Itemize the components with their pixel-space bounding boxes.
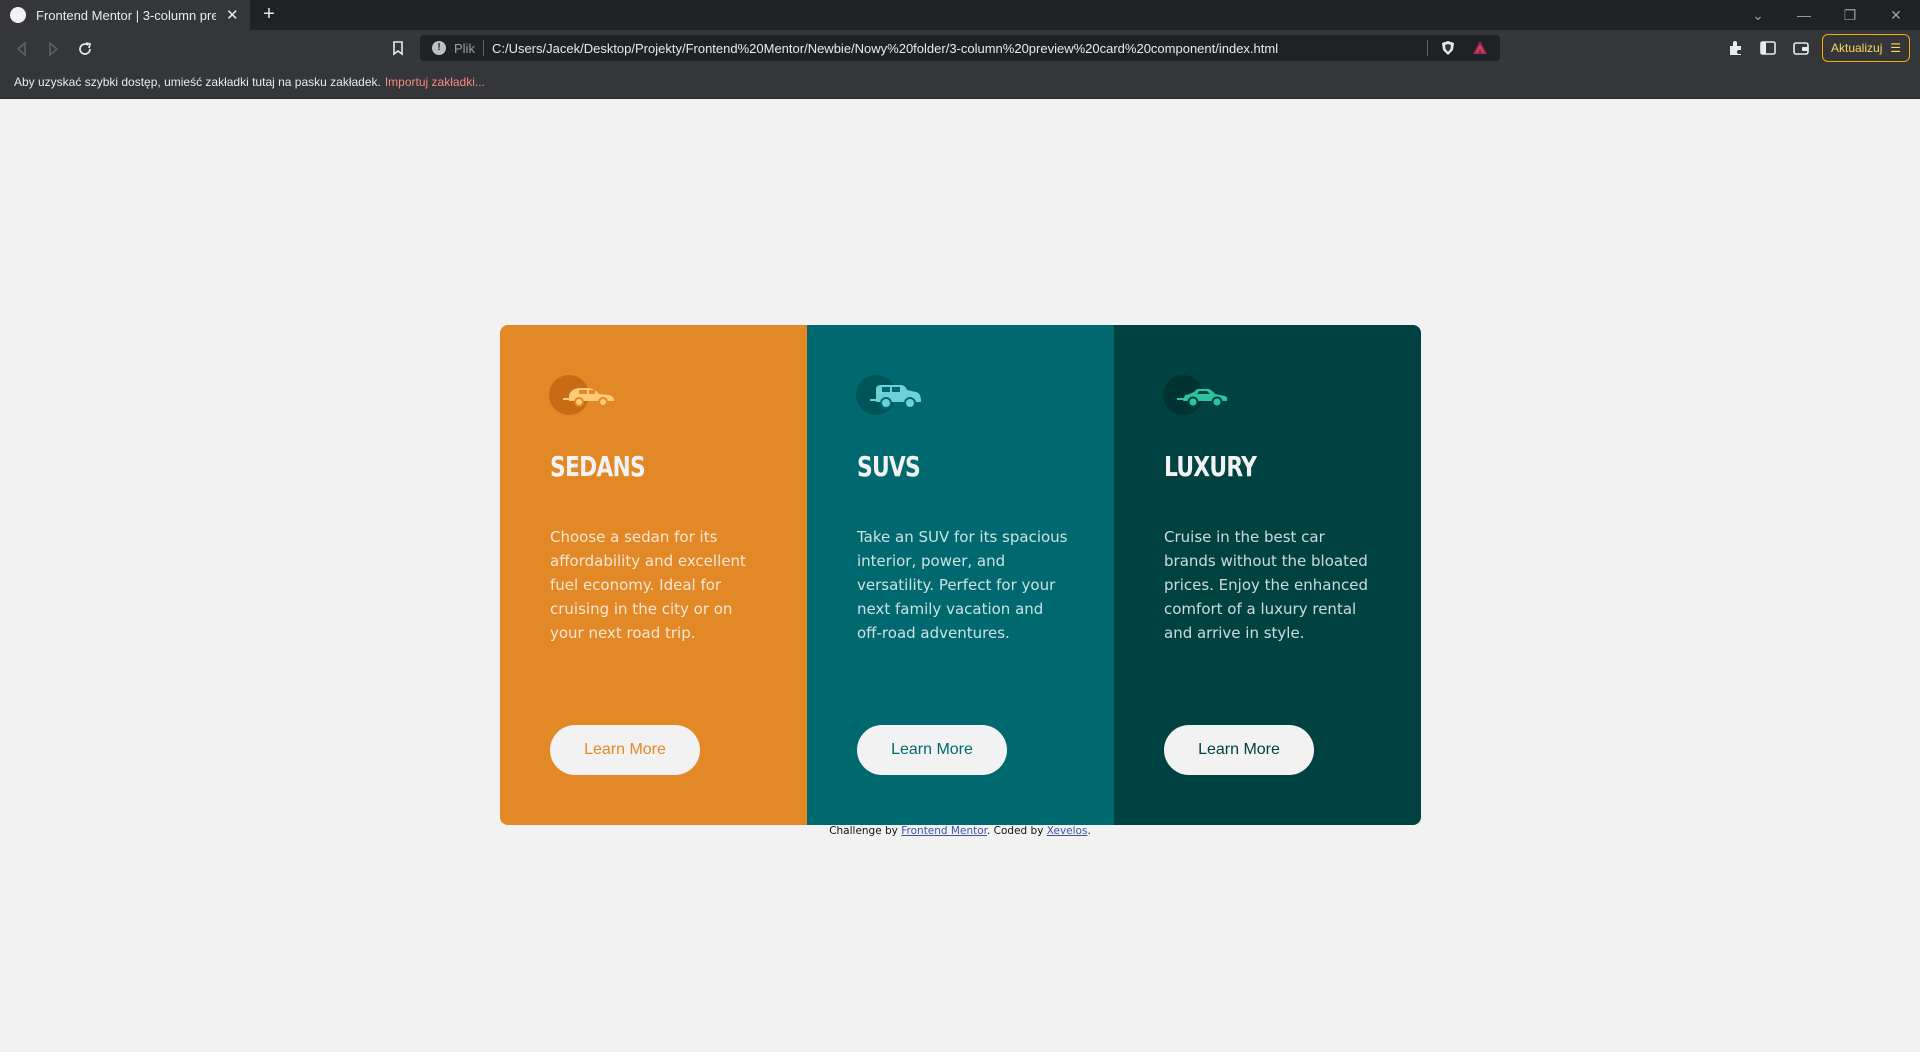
import-bookmarks-link[interactable]: Importuj zakładki... [385,75,485,89]
back-icon[interactable] [11,38,33,60]
learn-more-button[interactable]: Learn More [1164,725,1314,775]
address-bar[interactable]: ! Plik C:/Users/Jacek/Desktop/Projekty/F… [420,35,1500,61]
omnibox-divider [482,40,484,56]
reload-icon[interactable] [74,38,96,60]
url-text[interactable]: C:/Users/Jacek/Desktop/Projekty/Frontend… [492,41,1278,56]
extensions-icon[interactable] [1727,39,1745,57]
scheme-label: Plik [454,40,475,56]
card-grid: Sedans Choose a sedan for its affordabil… [500,325,1421,825]
suv-car-icon [856,375,921,415]
bookmark-icon[interactable] [388,38,408,58]
attribution-middle: . Coded by [987,825,1044,837]
card-title: SUVs [857,450,921,483]
close-window-icon[interactable]: ✕ [1873,0,1919,30]
card-title: Luxury [1164,450,1257,483]
new-tab-icon[interactable]: + [258,4,280,26]
restore-icon[interactable]: ❐ [1827,0,1873,30]
attribution-suffix: . [1087,825,1091,837]
frontend-mentor-link[interactable]: Frontend Mentor [901,825,987,837]
luxury-car-icon [1163,375,1228,415]
attribution: Challenge by Frontend Mentor. Coded by X… [0,825,1920,837]
brave-rewards-icon[interactable] [1472,40,1488,56]
tab-title: Frontend Mentor | 3-column preview card … [36,7,216,23]
menu-icon: ☰ [1890,41,1901,55]
author-link[interactable]: Xevelos [1047,825,1088,837]
brave-shield-icon[interactable] [1440,40,1456,56]
card-luxury: Luxury Cruise in the best car brands wit… [1114,325,1421,825]
active-tab[interactable]: Frontend Mentor | 3-column preview card … [0,0,250,30]
site-info-icon[interactable]: ! [432,41,446,55]
attribution-prefix: Challenge by [829,825,898,837]
card-description: Take an SUV for its spacious interior, p… [857,528,1068,642]
update-button[interactable]: Aktualizuj ☰ [1822,34,1910,62]
tab-close-icon[interactable]: ✕ [226,6,239,24]
card-sedans: Sedans Choose a sedan for its affordabil… [500,325,807,825]
card-suvs: SUVs Take an SUV for its spacious interi… [807,325,1114,825]
wallet-icon[interactable] [1792,39,1810,57]
forward-icon[interactable] [42,38,64,60]
learn-more-button[interactable]: Learn More [857,725,1007,775]
update-label: Aktualizuj [1831,41,1883,55]
bookmarks-bar: Aby uzyskać szybki dostęp, umieść zakład… [0,66,1920,99]
learn-more-button[interactable]: Learn More [550,725,700,775]
browser-toolbar: ! Plik C:/Users/Jacek/Desktop/Projekty/F… [0,30,1920,66]
bookmarks-hint: Aby uzyskać szybki dostęp, umieść zakład… [14,75,381,89]
card-title: Sedans [550,450,646,483]
minimize-icon[interactable]: — [1781,0,1827,30]
tab-bar: Frontend Mentor | 3-column preview card … [0,0,1920,30]
page-viewport: Sedans Choose a sedan for its affordabil… [0,99,1920,1052]
card-description: Choose a sedan for its affordability and… [550,528,746,642]
sidebar-icon[interactable] [1759,39,1777,57]
favicon-icon [10,7,26,23]
omnibox-divider-right [1427,40,1428,56]
card-description: Cruise in the best car brands without th… [1164,528,1368,642]
tab-search-icon[interactable]: ⌄ [1735,0,1781,30]
sedan-car-icon [549,375,614,415]
